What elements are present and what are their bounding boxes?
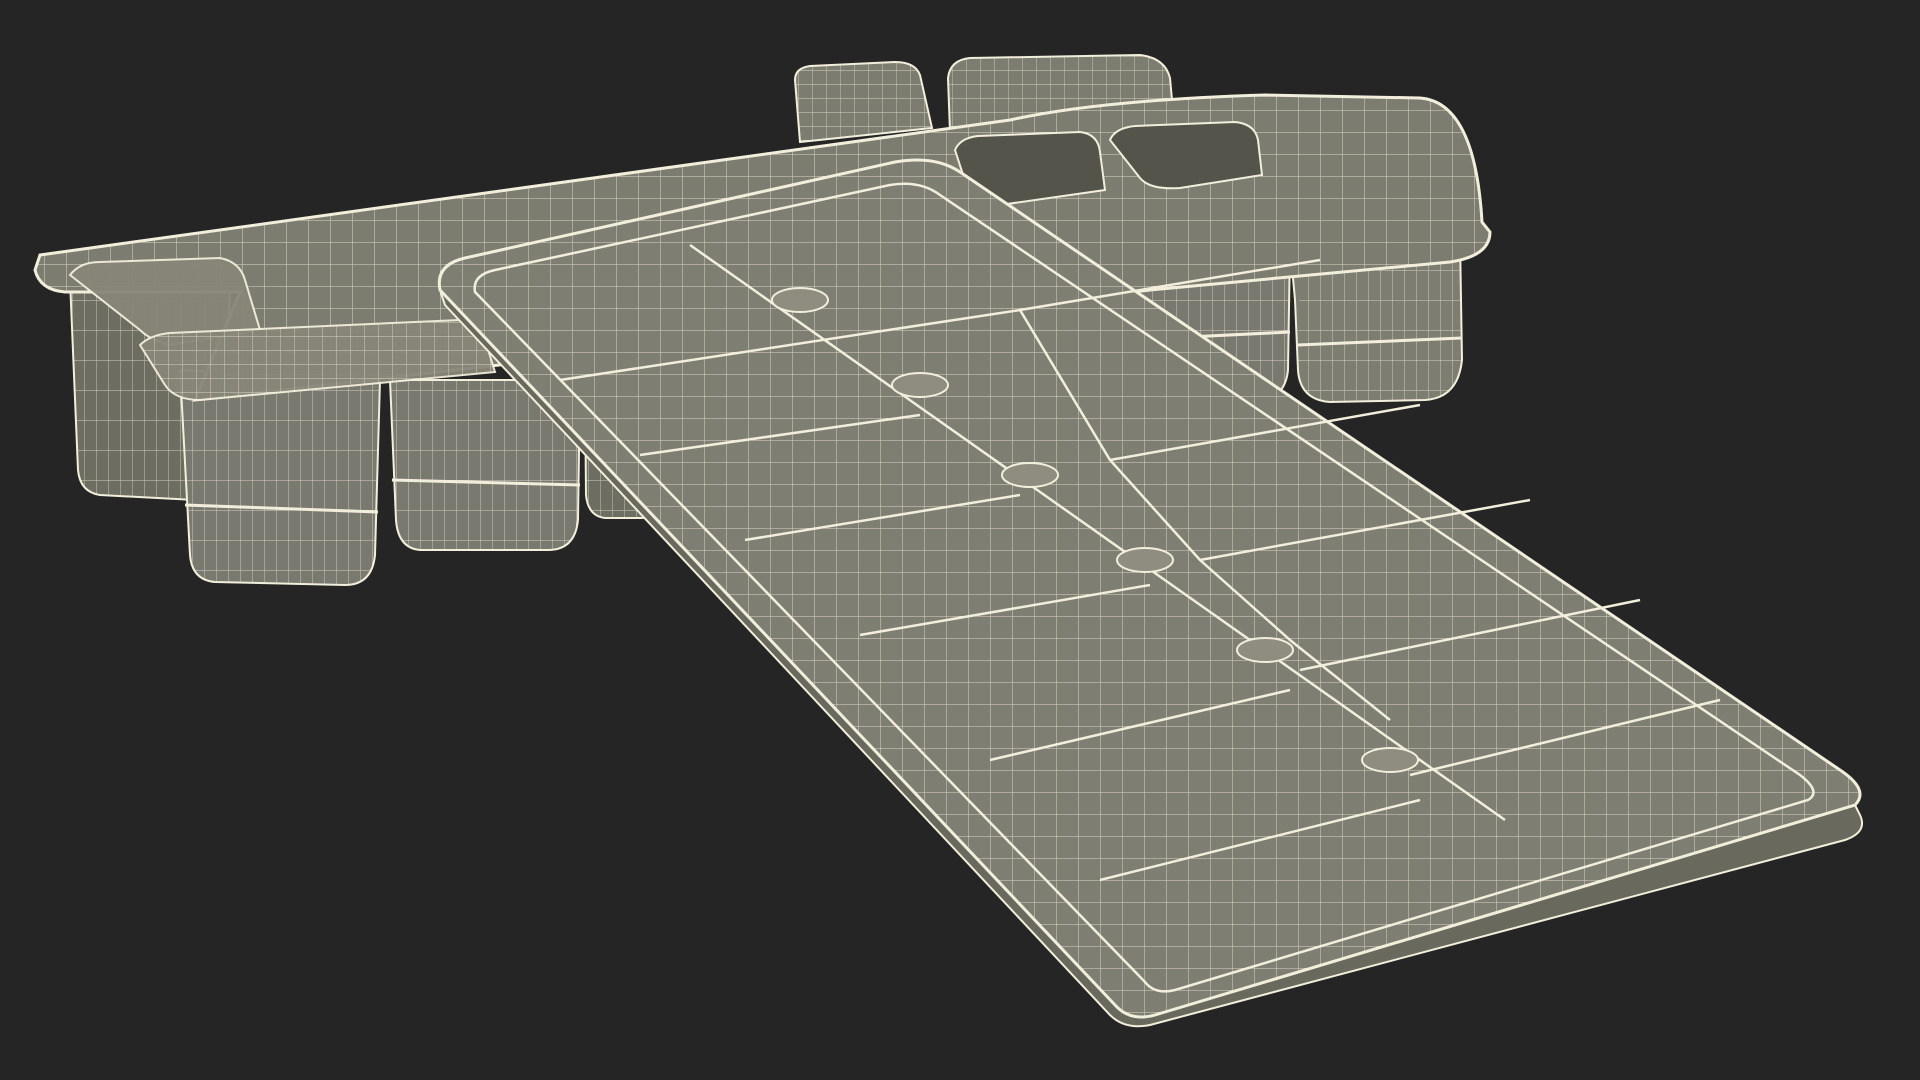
viewport-render: [0, 0, 1920, 1080]
tray-cup-2: [178, 368, 382, 587]
back-block-left: [793, 60, 934, 144]
wireframe-render: [33, 53, 1864, 1028]
